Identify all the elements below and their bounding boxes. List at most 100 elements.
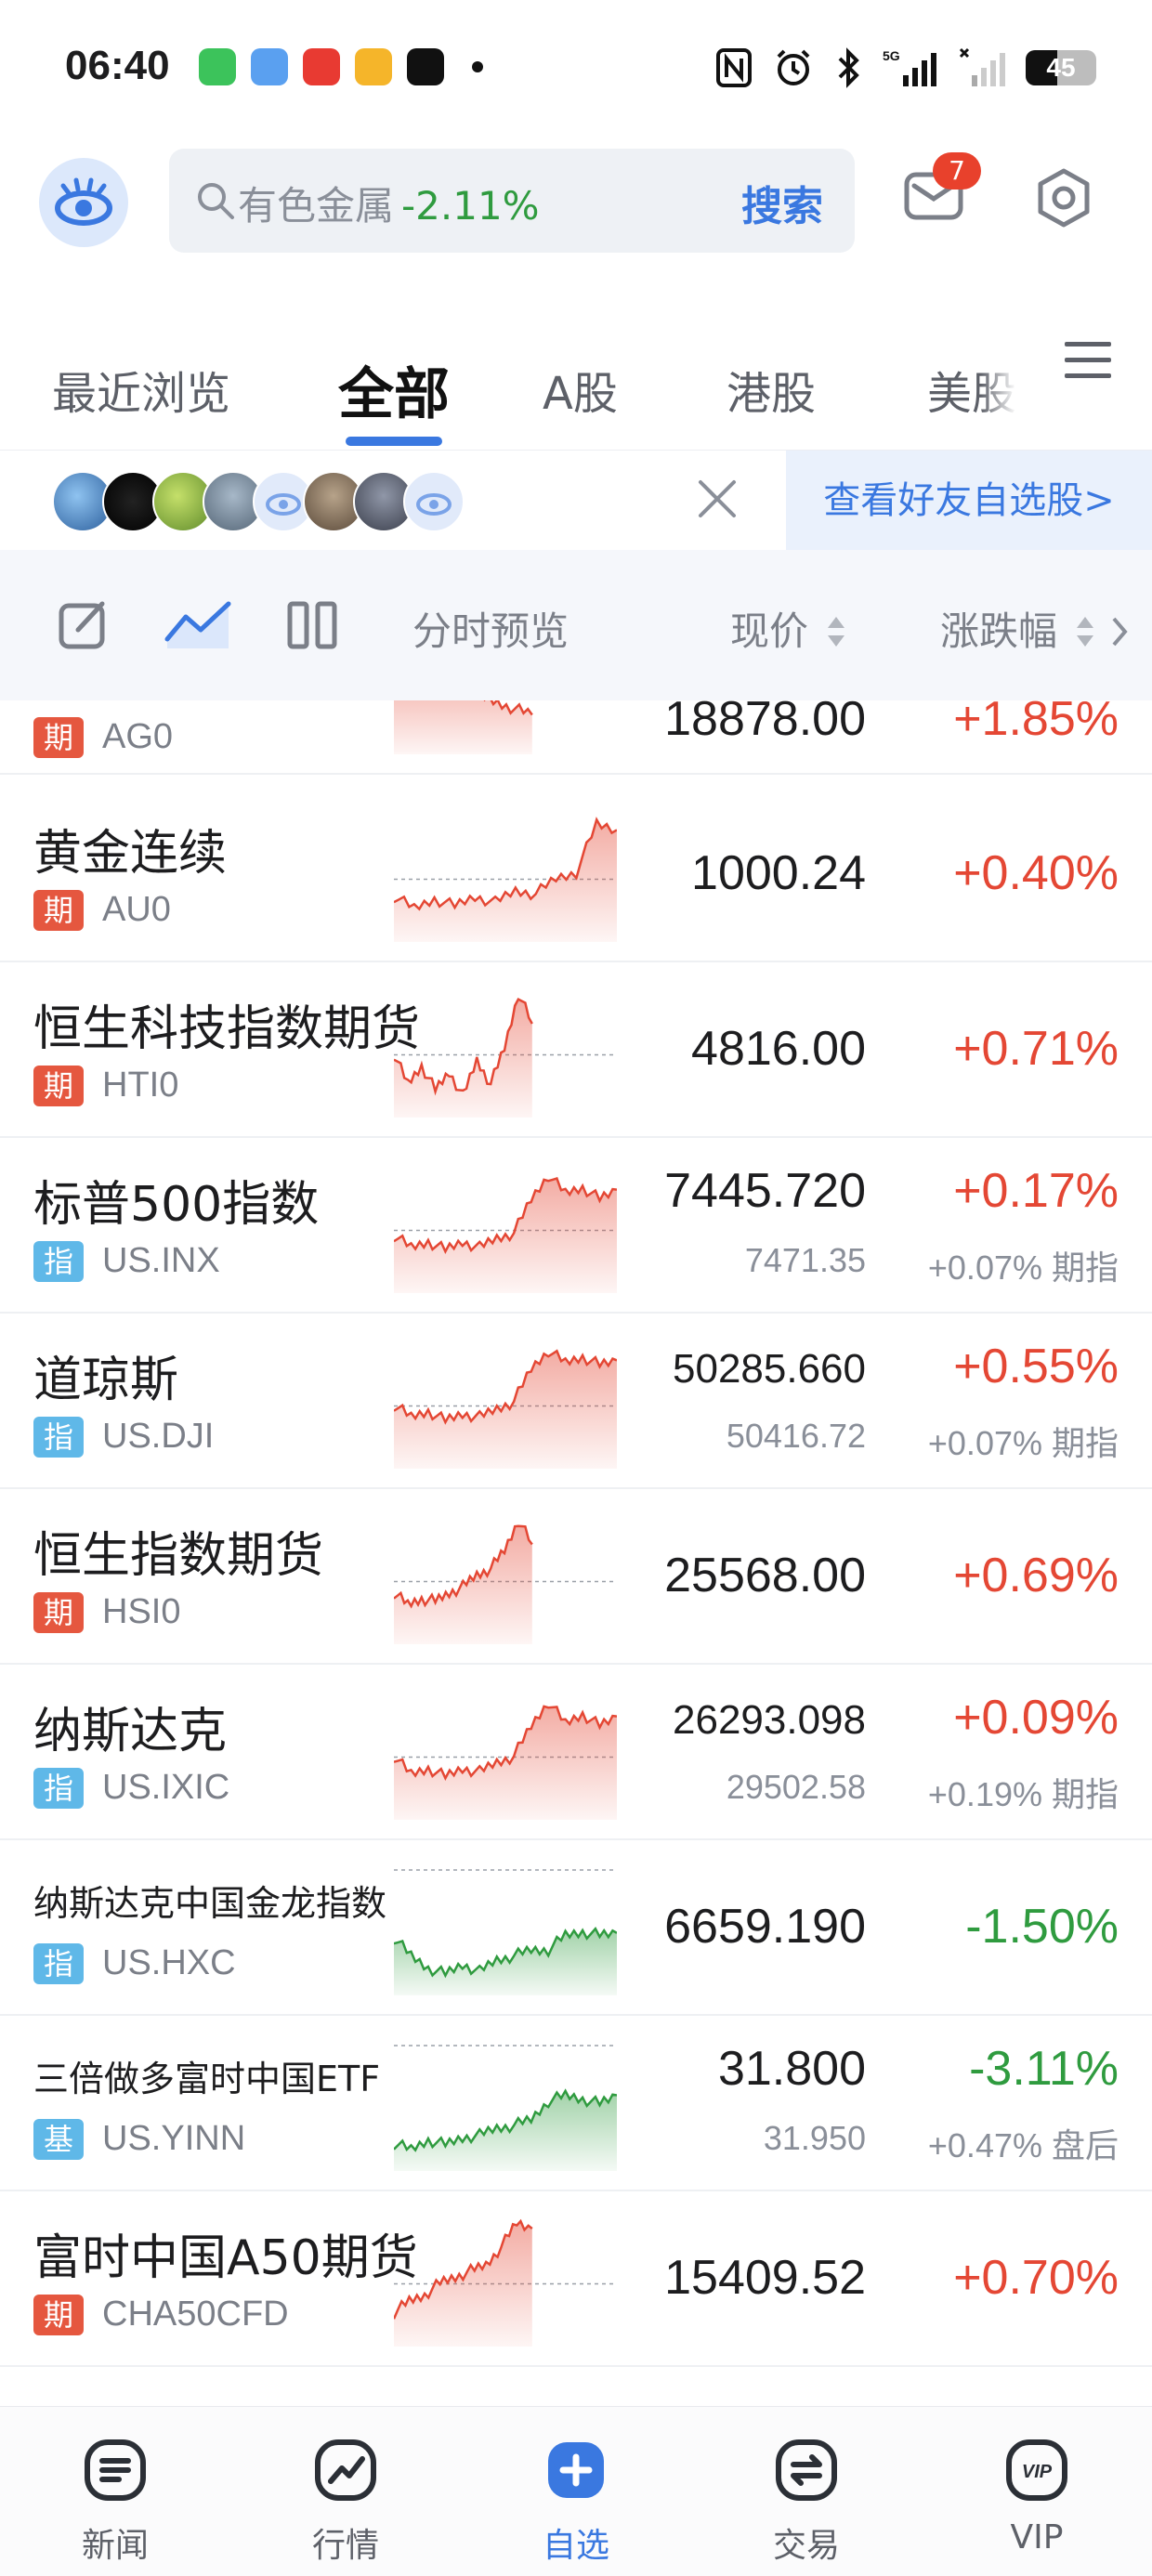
type-tag: 期 (33, 1066, 84, 1106)
list-item[interactable]: 道琼斯 指 US.DJI 50285.660 50416.72 +0.55% +… (0, 1313, 1152, 1489)
intraday-sparkline (394, 2045, 617, 2171)
price-sort-label: 现价 (730, 608, 809, 654)
instrument-name: 三倍做多富时中国ETF (33, 2059, 381, 2099)
edit-button[interactable] (56, 596, 111, 652)
intraday-sparkline (394, 1176, 617, 1293)
change-percent: +0.09% (953, 1691, 1119, 1745)
nav-market[interactable]: 行情 (230, 2407, 461, 2576)
ticker-code: US.HXC (102, 1943, 236, 1982)
sparkline-area (394, 700, 532, 754)
sparkline-view-button[interactable] (164, 596, 232, 652)
ticker-code: AU0 (102, 890, 171, 929)
futures-price: 50416.72 (726, 1417, 866, 1455)
intraday-sparkline (394, 1705, 617, 1820)
sparkline-area (394, 819, 617, 942)
nav-label: 自选 (542, 2527, 609, 2565)
column-view-button[interactable] (284, 596, 340, 652)
sort-icon (1077, 617, 1094, 647)
type-tag: 指 (33, 1943, 84, 1984)
list-item[interactable]: 恒生指数期货 期 HSI0 25568.00 +0.69% (0, 1488, 1152, 1665)
sparkline-area (394, 1706, 617, 1820)
sort-icon (828, 617, 845, 647)
search-input[interactable]: 有色金属 -2.11% 搜索 (169, 149, 855, 253)
tab-a-share[interactable]: A股 (543, 357, 618, 422)
change-percent: -1.50% (965, 1900, 1119, 1954)
list-item[interactable]: 期 AG0 18878.00 +1.85% (0, 700, 1152, 775)
status-bar: 06:40 5G 45 (0, 0, 1152, 139)
instrument-name: 恒生指数期货 (33, 1528, 324, 1584)
last-price: 7445.720 (664, 1164, 866, 1218)
signal-weak-icon (959, 47, 1005, 86)
app-logo[interactable] (39, 158, 128, 247)
type-tag: 指 (33, 1417, 84, 1458)
list-item[interactable]: 纳斯达克 指 US.IXIC 26293.098 29502.58 +0.09%… (0, 1664, 1152, 1840)
close-banner-button[interactable] (693, 475, 741, 523)
toutiao-icon (303, 48, 340, 85)
change-percent: -3.11% (969, 2042, 1119, 2096)
list-item[interactable]: 黄金连续 期 AU0 1000.24 +0.40% (0, 786, 1152, 962)
type-tag: 指 (33, 1241, 84, 1282)
wechat-icon (199, 48, 236, 85)
sort-by-price[interactable]: 现价 (730, 600, 848, 657)
type-tag: 指 (33, 1768, 84, 1809)
status-indicators: 5G 45 (715, 45, 1096, 91)
sort-by-change[interactable]: 涨跌幅 (940, 600, 1131, 657)
instrument-name: 恒生科技指数期货 (33, 1001, 421, 1057)
ticker-code: CHA50CFD (102, 2295, 289, 2334)
nav-vip[interactable]: VIP VIP (922, 2407, 1152, 2576)
svg-text:VIP: VIP (1022, 2462, 1053, 2482)
view-friends-watchlist-link[interactable]: 查看好友自选股> (786, 451, 1152, 551)
nfc-icon (716, 48, 752, 87)
ticker-code: US.INX (102, 1241, 220, 1280)
nav-news[interactable]: 新闻 (0, 2407, 230, 2576)
tab-hk[interactable]: 港股 (727, 357, 816, 422)
last-price: 50285.660 (673, 1346, 866, 1392)
friend-avatar-default[interactable] (403, 471, 465, 532)
ticker-code: US.YINN (102, 2119, 246, 2158)
weibo-icon (355, 48, 392, 85)
tab-us[interactable]: 美股 (927, 357, 1016, 422)
search-button[interactable]: 搜索 (741, 173, 823, 232)
instrument-name: 纳斯达克 (33, 1704, 228, 1759)
list-item[interactable]: 富时中国A50期货 期 CHA50CFD 15409.52 +0.70% (0, 2190, 1152, 2367)
nav-label: 新闻 (81, 2527, 149, 2565)
tab-recent[interactable]: 最近浏览 (52, 357, 230, 422)
change-sort-label: 涨跌幅 (940, 608, 1058, 654)
after-hours-price: 31.950 (763, 2119, 866, 2157)
tab-all[interactable]: 全部 (338, 349, 450, 430)
chevron-right-icon (1112, 617, 1128, 647)
nav-trade[interactable]: 交易 (691, 2407, 922, 2576)
last-price: 15409.52 (664, 2251, 866, 2305)
sparkline-area (394, 999, 532, 1118)
add-icon (548, 2442, 604, 2498)
settings-button[interactable] (1031, 165, 1096, 230)
futures-change: +0.07% 期指 (927, 1249, 1119, 1287)
list-item[interactable]: 三倍做多富时中国ETF 基 US.YINN 31.800 31.950 -3.1… (0, 2015, 1152, 2191)
search-hint-change: -2.11% (401, 183, 540, 229)
trade-icon (776, 2439, 837, 2501)
change-percent: +0.17% (953, 1164, 1119, 1218)
instrument-name: 纳斯达克中国金龙指数 (33, 1883, 387, 1924)
list-toolbar: 分时预览 现价 涨跌幅 (0, 550, 1152, 700)
list-item[interactable]: 恒生科技指数期货 期 HTI0 4816.00 +0.71% (0, 961, 1152, 1138)
after-hours-change: +0.47% 盘后 (927, 2126, 1119, 2164)
futures-price: 29502.58 (726, 1768, 866, 1806)
futures-change: +0.19% 期指 (927, 1775, 1119, 1813)
last-price: 18878.00 (664, 700, 866, 746)
change-percent: +0.71% (953, 1022, 1119, 1076)
settings-icon (1038, 168, 1090, 228)
last-price: 6659.190 (664, 1900, 866, 1954)
list-item[interactable]: 纳斯达克中国金龙指数 指 US.HXC 6659.190 -1.50% (0, 1839, 1152, 2016)
search-placeholder-text: 有色金属 (238, 183, 395, 229)
instrument-name: 标普500指数 (33, 1177, 320, 1233)
sparkline-area (394, 1929, 617, 1995)
weather-icon (251, 48, 288, 85)
nav-label: 行情 (311, 2527, 379, 2565)
eye-logo-icon (416, 493, 452, 516)
type-tag: 期 (33, 890, 84, 931)
nav-watchlist[interactable]: 自选 (461, 2407, 691, 2576)
tab-menu-button[interactable] (1063, 340, 1113, 381)
type-tag: 基 (33, 2119, 84, 2160)
list-item[interactable]: 标普500指数 指 US.INX 7445.720 7471.35 +0.17%… (0, 1137, 1152, 1314)
sparkline-area (394, 2090, 617, 2171)
